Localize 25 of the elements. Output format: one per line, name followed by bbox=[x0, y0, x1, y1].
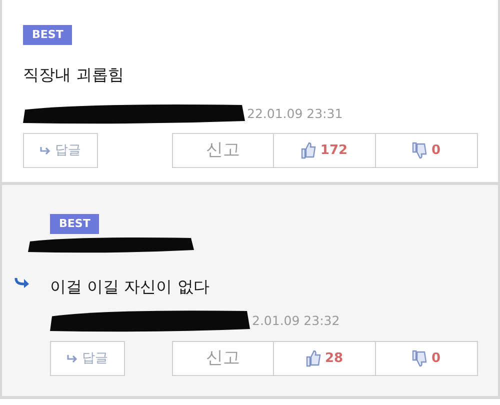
comment-date: 22.01.09 23:31 bbox=[247, 104, 343, 123]
thumbs-down-icon bbox=[412, 350, 428, 367]
like-button[interactable]: 172 bbox=[274, 133, 376, 168]
thumbs-up-icon bbox=[306, 350, 321, 367]
dislike-button[interactable]: 0 bbox=[376, 133, 478, 168]
dislike-button[interactable]: 0 bbox=[376, 341, 478, 376]
reply-arrow-icon bbox=[67, 354, 78, 362]
reply-button[interactable]: 답글 bbox=[50, 341, 125, 376]
like-button[interactable]: 28 bbox=[274, 341, 376, 376]
dislike-count: 0 bbox=[431, 350, 441, 368]
reply-arrow-icon bbox=[14, 277, 30, 289]
comment-date: 2.01.09 23:32 bbox=[252, 312, 340, 330]
reply-arrow-icon bbox=[40, 146, 51, 154]
reply-button[interactable]: 답글 bbox=[23, 133, 98, 168]
like-count: 28 bbox=[324, 350, 344, 368]
best-badge: BEST bbox=[50, 214, 100, 234]
dislike-count: 0 bbox=[431, 142, 441, 160]
thumbs-down-icon bbox=[412, 142, 428, 159]
comment-text: 직장내 괴롭힘 bbox=[23, 64, 126, 86]
comment-text: 이걸 이길 자신이 없다 bbox=[50, 276, 210, 298]
report-button[interactable]: 신고 bbox=[172, 133, 274, 168]
best-badge: BEST bbox=[23, 25, 72, 45]
report-button[interactable]: 신고 bbox=[172, 341, 274, 376]
like-count: 172 bbox=[320, 142, 348, 160]
thumbs-up-icon bbox=[301, 142, 316, 159]
